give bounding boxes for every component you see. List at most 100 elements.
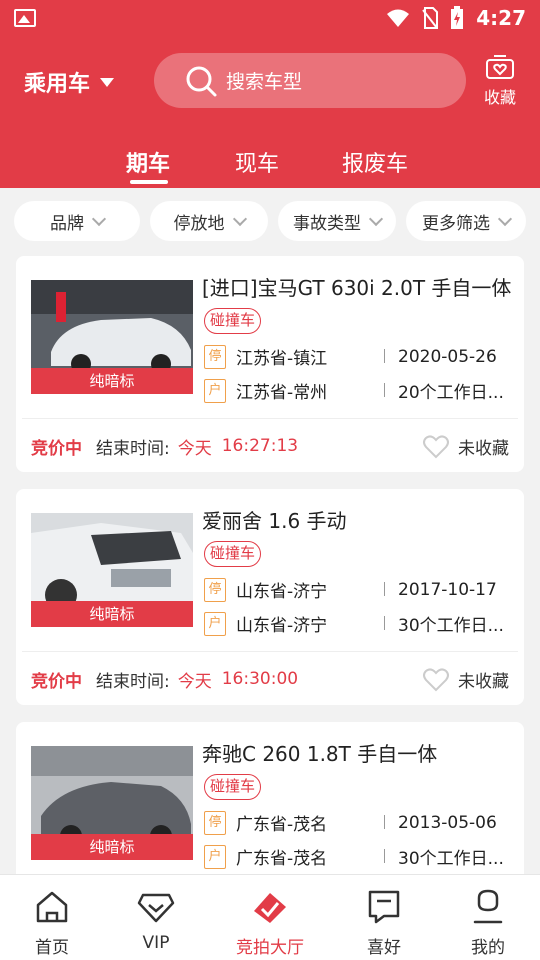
filter-bar: 品牌 停放地 事故类型 更多筛选 [0,188,540,254]
header: 乘用车 搜索车型 收藏 期车 现车 报废车 [0,36,540,188]
nav-label: 首页 [35,938,69,958]
collision-tag: 碰撞车 [204,774,262,800]
transfer-duration: 30个工作日... [398,849,504,869]
parking-row: 停 江苏省-镇江 2020-05-26 [204,344,497,369]
parking-icon: 停 [204,810,226,835]
tab-in-stock[interactable]: 现车 [235,146,279,178]
chevron-down-icon [497,211,513,226]
transfer-duration: 20个工作日... [398,383,504,403]
vip-icon [137,893,175,923]
sealed-bid-badge: 纯暗标 [31,601,193,627]
end-time: 16:27:13 [221,436,299,456]
listing-card[interactable]: 纯暗标 [进口]宝马GT 630i 2.0T 手自一体 碰撞车 停 江苏省-镇江… [16,256,524,472]
parking-icon: 停 [204,577,226,602]
tab-scheduled[interactable]: 期车 [126,146,170,178]
filter-more[interactable]: 更多筛选 [406,201,526,241]
end-day: 今天 [177,671,212,692]
divider [384,815,385,829]
heart-icon [423,435,449,459]
heart-icon [423,668,449,692]
card-divider [22,651,518,652]
favorites-button[interactable]: 收藏 [478,54,522,108]
registration-date: 2020-05-26 [398,346,497,367]
bottom-nav: 首页 VIP 竞拍大厅 喜好 我的 [0,874,540,960]
bidding-status: 竞价中 [31,671,82,692]
parking-row: 停 山东省-济宁 2017-10-17 [204,577,497,602]
search-icon [186,66,217,96]
status-bar: 4:27 [0,0,540,36]
battery-icon [451,6,464,29]
chevron-down-icon [368,211,384,226]
sealed-bid-badge: 纯暗标 [31,368,193,394]
profile-icon [473,889,503,924]
car-photo: 纯暗标 [31,280,193,394]
household-icon: 户 [204,611,226,636]
chevron-down-icon [91,211,107,226]
chevron-down-icon [232,211,247,226]
registration-date: 2013-05-06 [398,812,497,833]
tab-scrapped[interactable]: 报废车 [342,146,408,178]
nav-preferences[interactable]: 喜好 [344,887,424,958]
nav-label: 竞拍大厅 [236,938,304,958]
end-time-label: 结束时间: [96,438,170,459]
parking-location: 江苏省-镇江 [236,349,328,369]
bookmark-icon [368,890,400,924]
divider [384,849,385,863]
filter-label: 停放地 [173,213,225,234]
listing-card[interactable]: 纯暗标 爱丽舍 1.6 手动 碰撞车 停 山东省-济宁 2017-10-17 户… [16,489,524,705]
divider [384,582,385,596]
bidding-status: 竞价中 [31,438,82,459]
household-icon: 户 [204,844,226,869]
nav-label: 喜好 [367,938,401,958]
favorites-label: 收藏 [483,88,516,107]
parking-location: 山东省-济宁 [236,582,328,602]
filter-label: 更多筛选 [422,213,490,234]
favorite-toggle[interactable]: 未收藏 [422,666,509,692]
filter-parking[interactable]: 停放地 [150,201,268,241]
search-placeholder: 搜索车型 [226,71,303,93]
divider [384,349,385,363]
registration-location: 江苏省-常州 [236,383,328,403]
caret-down-icon [100,77,115,87]
registration-date: 2017-10-17 [398,579,497,600]
nav-auction-hall[interactable]: 竞拍大厅 [230,887,310,958]
tab-bar: 期车 现车 报废车 [0,144,540,188]
household-icon: 户 [204,378,226,403]
heart-box-icon [486,55,514,79]
card-footer: 竞价中 结束时间: 今天 16:30:00 未收藏 [31,661,509,697]
home-icon [36,891,68,923]
car-photo: 纯暗标 [31,513,193,627]
car-photo: 纯暗标 [31,746,193,860]
nav-home[interactable]: 首页 [12,887,92,958]
clock-text: 4:27 [476,6,526,30]
favorite-toggle[interactable]: 未收藏 [422,433,509,459]
parking-location: 广东省-茂名 [236,815,328,835]
card-divider [22,418,518,419]
car-title: [进口]宝马GT 630i 2.0T 手自一体 [202,276,512,300]
divider [384,616,385,630]
filter-accident-type[interactable]: 事故类型 [278,201,396,241]
registration-location: 山东省-济宁 [236,616,328,636]
nav-vip[interactable]: VIP [116,887,196,953]
card-footer: 竞价中 结束时间: 今天 16:27:13 未收藏 [31,428,509,464]
filter-label: 品牌 [50,213,84,234]
favorite-label: 未收藏 [458,438,509,459]
nav-profile[interactable]: 我的 [448,887,528,958]
wifi-icon [387,9,410,27]
category-selector[interactable]: 乘用车 [24,66,115,98]
category-label: 乘用车 [24,72,91,97]
filter-brand[interactable]: 品牌 [14,201,140,241]
nav-label: VIP [142,933,170,953]
end-time-label: 结束时间: [96,671,170,692]
sealed-bid-badge: 纯暗标 [31,834,193,860]
end-time: 16:30:00 [221,669,299,689]
car-title: 奔驰C 260 1.8T 手自一体 [202,742,438,766]
active-tab-indicator [130,180,168,184]
search-input[interactable]: 搜索车型 [154,53,466,108]
end-day: 今天 [177,438,212,459]
favorite-label: 未收藏 [458,671,509,692]
registration-row: 户 广东省-茂名 30个工作日... [204,844,504,869]
registration-row: 户 山东省-济宁 30个工作日... [204,611,504,636]
parking-row: 停 广东省-茂名 2013-05-06 [204,810,497,835]
parking-icon: 停 [204,344,226,369]
